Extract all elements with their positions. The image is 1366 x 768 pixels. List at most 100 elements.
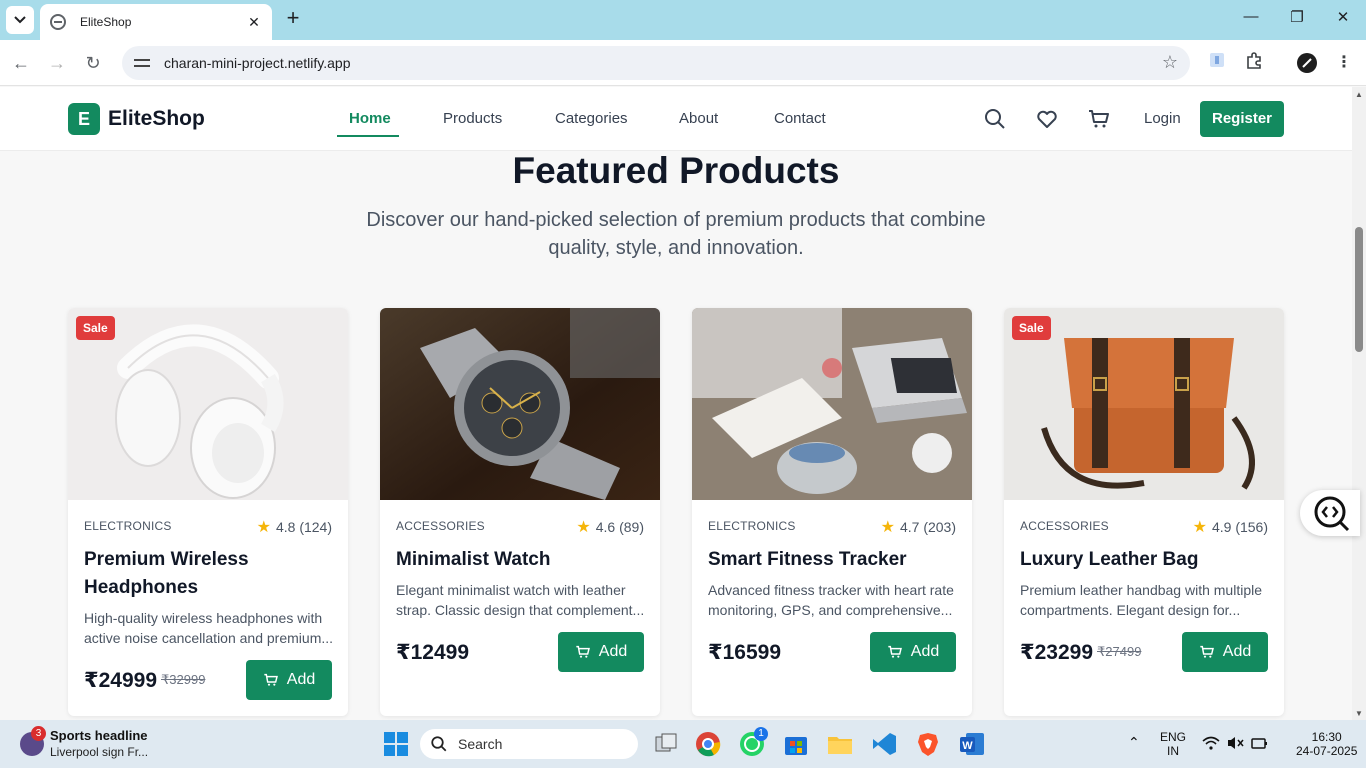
tab-search-chevron-icon[interactable] bbox=[6, 6, 34, 34]
add-label: Add bbox=[286, 671, 316, 688]
star-icon: ★ bbox=[256, 519, 271, 536]
extensions-puzzle-icon[interactable] bbox=[1243, 52, 1265, 74]
logo-mark[interactable]: E bbox=[68, 103, 100, 135]
product-card[interactable]: Sale ACCESSORIES ★ 4.9 (156) Luxury Leat… bbox=[1004, 308, 1284, 716]
add-label: Add bbox=[1222, 643, 1252, 660]
search-icon bbox=[431, 736, 447, 752]
star-icon: ★ bbox=[1192, 519, 1207, 536]
battery-icon[interactable] bbox=[1250, 735, 1268, 754]
add-to-cart-button[interactable]: Add bbox=[246, 660, 332, 700]
original-price: ₹27499 bbox=[1097, 644, 1142, 659]
product-name[interactable]: Smart Fitness Tracker bbox=[708, 546, 958, 574]
code-inspect-icon bbox=[1314, 496, 1350, 532]
product-category: ELECTRONICS bbox=[708, 519, 796, 533]
star-icon: ★ bbox=[576, 519, 591, 536]
vscode-app-icon[interactable] bbox=[870, 730, 898, 758]
browser-menu-icon[interactable]: ⋮ bbox=[1333, 52, 1355, 74]
site-info-icon[interactable] bbox=[134, 56, 150, 70]
rating-value: 4.7 bbox=[899, 519, 920, 535]
add-to-cart-button[interactable]: Add bbox=[870, 632, 956, 672]
browser-toolbar: ← → ↻ charan-mini-project.netlify.app ☆ … bbox=[0, 40, 1366, 86]
product-card[interactable]: Sale ELECTRONICS ★ 4.8 (124) Premium Wir… bbox=[68, 308, 348, 716]
star-icon: ★ bbox=[880, 519, 895, 536]
nav-about[interactable]: About bbox=[679, 110, 718, 127]
minimize-icon[interactable]: — bbox=[1236, 8, 1266, 30]
nav-home[interactable]: Home bbox=[349, 110, 391, 127]
show-hidden-icons-chevron-icon[interactable]: ⌃ bbox=[1128, 735, 1140, 749]
globe-favicon-icon bbox=[50, 14, 66, 30]
tab-title: EliteShop bbox=[80, 15, 132, 29]
file-explorer-icon[interactable] bbox=[826, 730, 854, 758]
product-name[interactable]: Luxury Leather Bag bbox=[1020, 546, 1270, 574]
sale-badge: Sale bbox=[76, 316, 115, 340]
nav-categories[interactable]: Categories bbox=[555, 110, 628, 127]
product-card[interactable]: ACCESSORIES ★ 4.6 (89) Minimalist Watch … bbox=[380, 308, 660, 716]
product-card[interactable]: ELECTRONICS ★ 4.7 (203) Smart Fitness Tr… bbox=[692, 308, 972, 716]
cart-icon bbox=[888, 645, 902, 658]
product-rating: ★ 4.9 (156) bbox=[1193, 517, 1268, 537]
add-to-cart-button[interactable]: Add bbox=[558, 632, 644, 672]
section-subtitle: Discover our hand-picked selection of pr… bbox=[366, 209, 986, 259]
product-description: Elegant minimalist watch with leather st… bbox=[396, 582, 645, 618]
cart-icon bbox=[1200, 645, 1214, 658]
bookmark-star-icon[interactable]: ☆ bbox=[1162, 52, 1178, 73]
nav-products[interactable]: Products bbox=[443, 110, 502, 127]
back-icon[interactable]: ← bbox=[10, 52, 32, 74]
restore-icon[interactable]: ❐ bbox=[1282, 8, 1312, 30]
window-close-icon[interactable]: ✕ bbox=[1328, 8, 1358, 30]
review-count: (89) bbox=[619, 519, 644, 535]
wifi-icon[interactable] bbox=[1202, 735, 1220, 754]
rating-value: 4.6 bbox=[595, 519, 616, 535]
search-icon[interactable] bbox=[983, 107, 1007, 131]
scrollbar-thumb[interactable] bbox=[1355, 227, 1363, 352]
address-bar[interactable]: charan-mini-project.netlify.app ☆ bbox=[122, 46, 1190, 80]
brave-browser-icon[interactable] bbox=[914, 730, 942, 758]
whatsapp-badge: 1 bbox=[754, 727, 768, 741]
product-category: ACCESSORIES bbox=[1020, 519, 1109, 533]
extension-pin-icon[interactable] bbox=[1206, 52, 1228, 74]
clock[interactable]: 16:30 24-07-2025 bbox=[1296, 730, 1357, 758]
taskbar: 3 Sports headline Liverpool sign Fr... S… bbox=[0, 720, 1366, 768]
browser-tab-strip: EliteShop ✕ + — ❐ ✕ bbox=[0, 0, 1366, 40]
watch-image[interactable] bbox=[380, 308, 660, 500]
rating-value: 4.9 bbox=[1211, 519, 1232, 535]
nav-contact[interactable]: Contact bbox=[774, 110, 826, 127]
add-label: Add bbox=[910, 643, 940, 660]
chrome-app-icon[interactable] bbox=[694, 730, 722, 758]
news-headline-text[interactable]: Liverpool sign Fr... bbox=[50, 745, 148, 759]
task-view-icon[interactable] bbox=[652, 730, 680, 758]
scroll-down-arrow-icon[interactable]: ▼ bbox=[1355, 709, 1363, 718]
product-name[interactable]: Premium Wireless Headphones bbox=[84, 546, 334, 602]
language-indicator[interactable]: ENG IN bbox=[1160, 730, 1186, 758]
add-to-cart-button[interactable]: Add bbox=[1182, 632, 1268, 672]
microsoft-store-icon[interactable] bbox=[782, 730, 810, 758]
region-code: IN bbox=[1167, 744, 1179, 758]
register-button[interactable]: Register bbox=[1200, 101, 1284, 137]
new-tab-icon[interactable]: + bbox=[282, 7, 304, 30]
floating-extension-widget[interactable] bbox=[1300, 490, 1360, 536]
forward-icon[interactable]: → bbox=[46, 52, 68, 74]
language-code: ENG bbox=[1160, 730, 1187, 744]
page-scrollbar[interactable]: ▲ ▼ bbox=[1352, 87, 1366, 720]
taskbar-search-box[interactable]: Search bbox=[420, 729, 638, 759]
browser-tab[interactable]: EliteShop ✕ bbox=[40, 4, 272, 40]
wishlist-heart-icon[interactable] bbox=[1035, 107, 1059, 131]
product-name[interactable]: Minimalist Watch bbox=[396, 546, 646, 574]
cart-icon[interactable] bbox=[1087, 107, 1111, 131]
word-app-icon[interactable]: W bbox=[958, 730, 986, 758]
profile-avatar-icon[interactable] bbox=[1296, 52, 1318, 74]
reload-icon[interactable]: ↻ bbox=[82, 52, 104, 74]
news-headline-title[interactable]: Sports headline bbox=[50, 728, 148, 743]
desk-with-laptop-image[interactable] bbox=[692, 308, 972, 500]
tab-close-icon[interactable]: ✕ bbox=[246, 14, 262, 31]
scroll-up-arrow-icon[interactable]: ▲ bbox=[1355, 90, 1363, 99]
product-price: ₹24999 bbox=[84, 669, 158, 692]
product-description: Advanced fitness tracker with heart rate… bbox=[708, 582, 954, 618]
cart-icon bbox=[576, 645, 590, 658]
start-windows-icon[interactable] bbox=[382, 730, 410, 758]
volume-muted-icon[interactable] bbox=[1226, 735, 1244, 754]
login-link[interactable]: Login bbox=[1144, 110, 1181, 127]
product-rating: ★ 4.6 (89) bbox=[576, 517, 644, 537]
brand-name[interactable]: EliteShop bbox=[108, 107, 205, 131]
original-price: ₹32999 bbox=[161, 672, 206, 687]
